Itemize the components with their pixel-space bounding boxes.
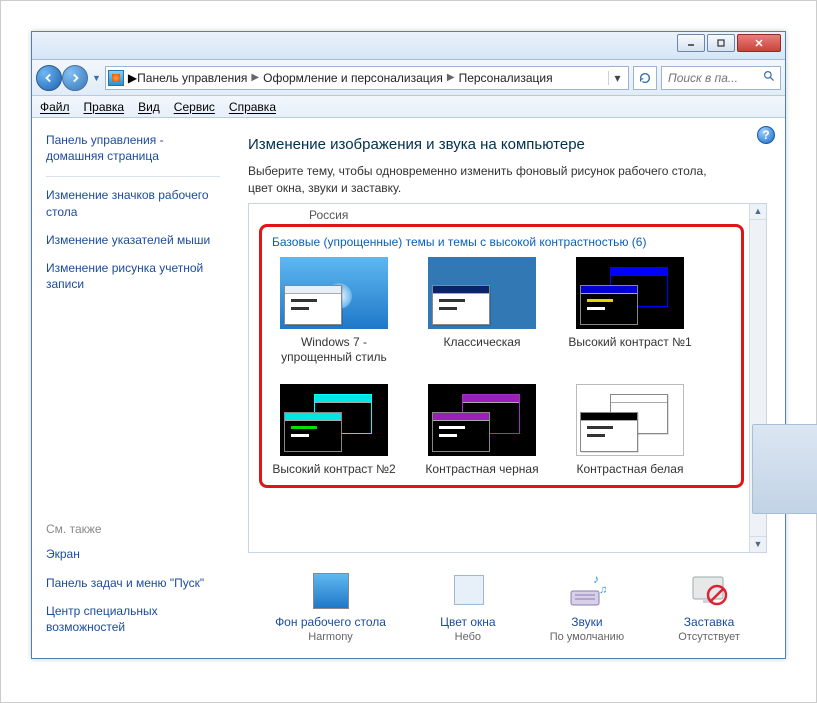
setting-label: Фон рабочего стола bbox=[275, 615, 386, 629]
sidebar-link-account-picture[interactable]: Изменение рисунка учетной записи bbox=[46, 260, 220, 292]
seealso-link-taskbar[interactable]: Панель задач и меню "Пуск" bbox=[46, 575, 220, 591]
breadcrumb-item[interactable]: Панель управления bbox=[137, 71, 247, 85]
theme-scrollbar[interactable]: ▲ ▼ bbox=[749, 204, 766, 552]
sidebar: Панель управления - домашняя страница Из… bbox=[32, 118, 230, 658]
screensaver-icon bbox=[685, 571, 733, 611]
theme-item-hc2[interactable]: Высокий контраст №2 bbox=[270, 384, 398, 478]
refresh-button[interactable] bbox=[633, 66, 657, 90]
scroll-up-icon[interactable]: ▲ bbox=[750, 204, 766, 220]
chevron-right-icon: ▶ bbox=[247, 72, 263, 83]
search-input[interactable] bbox=[666, 70, 756, 86]
menu-tools[interactable]: Сервис bbox=[174, 100, 215, 114]
breadcrumb-item[interactable]: Персонализация bbox=[459, 71, 553, 85]
menu-edit[interactable]: Правка bbox=[84, 100, 125, 114]
theme-label: Windows 7 - упрощенный стиль bbox=[270, 335, 398, 366]
setting-label: Цвет окна bbox=[440, 615, 495, 629]
chevron-right-icon: ▶ bbox=[443, 72, 459, 83]
theme-label: Контрастная черная bbox=[418, 462, 546, 478]
theme-label: Высокий контраст №2 bbox=[270, 462, 398, 478]
highlighted-section: Базовые (упрощенные) темы и темы с высок… bbox=[259, 224, 744, 489]
sidebar-link-desktop-icons[interactable]: Изменение значков рабочего стола bbox=[46, 187, 220, 219]
bottom-settings-row: Фон рабочего стола Harmony Цвет окна Неб… bbox=[248, 563, 767, 649]
setting-label: Звуки bbox=[550, 615, 624, 629]
theme-label: Высокий контраст №1 bbox=[566, 335, 694, 351]
setting-screensaver[interactable]: Заставка Отсутствует bbox=[678, 571, 740, 643]
menu-help[interactable]: Справка bbox=[229, 100, 276, 114]
page-title: Изменение изображения и звука на компьют… bbox=[248, 136, 767, 153]
theme-item-win7basic[interactable]: Windows 7 - упрощенный стиль bbox=[270, 257, 398, 366]
menu-view[interactable]: Вид bbox=[138, 100, 160, 114]
back-button[interactable] bbox=[36, 65, 62, 91]
svg-text:♫: ♫ bbox=[599, 584, 607, 596]
breadcrumb-item[interactable]: Оформление и персонализация bbox=[263, 71, 443, 85]
setting-value: Harmony bbox=[275, 631, 386, 643]
sidebar-link-mouse-pointers[interactable]: Изменение указателей мыши bbox=[46, 232, 220, 248]
breadcrumb-dropdown-icon[interactable]: ▾ bbox=[608, 71, 626, 85]
forward-button[interactable] bbox=[62, 65, 88, 91]
setting-value: Небо bbox=[440, 631, 495, 643]
theme-label: Классическая bbox=[418, 335, 546, 351]
sidebar-home-link[interactable]: Панель управления - домашняя страница bbox=[46, 132, 220, 164]
breadcrumb-bar[interactable]: ▶ Панель управления ▶ Оформление и персо… bbox=[105, 66, 629, 90]
themes-panel: Россия Базовые (упрощенные) темы и темы … bbox=[248, 203, 767, 553]
setting-desktop-background[interactable]: Фон рабочего стола Harmony bbox=[275, 571, 386, 643]
maximize-button[interactable] bbox=[707, 34, 735, 52]
theme-item-hcwhite[interactable]: Контрастная белая bbox=[566, 384, 694, 478]
minimize-button[interactable] bbox=[677, 34, 705, 52]
theme-item-hcblack[interactable]: Контрастная черная bbox=[418, 384, 546, 478]
content-area: ? Изменение изображения и звука на компь… bbox=[230, 118, 785, 658]
search-box[interactable] bbox=[661, 66, 781, 90]
setting-sounds[interactable]: ♪ ♫ Звуки По умолчанию bbox=[550, 571, 624, 643]
theme-label-russia: Россия bbox=[309, 208, 744, 222]
setting-value: Отсутствует bbox=[678, 631, 740, 643]
control-panel-icon bbox=[108, 70, 124, 86]
seealso-link-screen[interactable]: Экран bbox=[46, 546, 220, 562]
scroll-thumb[interactable] bbox=[752, 424, 817, 514]
menu-file[interactable]: Файл bbox=[40, 100, 70, 114]
menubar: Файл Правка Вид Сервис Справка bbox=[32, 96, 785, 118]
scroll-down-icon[interactable]: ▼ bbox=[750, 536, 766, 552]
chevron-right-icon: ▶ bbox=[128, 71, 137, 85]
theme-label: Контрастная белая bbox=[566, 462, 694, 478]
search-icon[interactable] bbox=[763, 70, 776, 86]
setting-value: По умолчанию bbox=[550, 631, 624, 643]
navbar: ▼ ▶ Панель управления ▶ Оформление и пер… bbox=[32, 60, 785, 96]
basic-themes-heading: Базовые (упрощенные) темы и темы с высок… bbox=[272, 235, 733, 249]
explorer-window: ▼ ▶ Панель управления ▶ Оформление и пер… bbox=[31, 31, 786, 659]
setting-label: Заставка bbox=[678, 615, 740, 629]
page-description: Выберите тему, чтобы одновременно измени… bbox=[248, 163, 728, 197]
theme-item-classic[interactable]: Классическая bbox=[418, 257, 546, 366]
help-icon[interactable]: ? bbox=[757, 126, 775, 144]
setting-window-color[interactable]: Цвет окна Небо bbox=[440, 571, 495, 643]
close-button[interactable] bbox=[737, 34, 781, 52]
see-also-heading: См. также bbox=[46, 522, 220, 536]
theme-item-hc1[interactable]: Высокий контраст №1 bbox=[566, 257, 694, 366]
seealso-link-accessibility[interactable]: Центр специальных возможностей bbox=[46, 603, 220, 635]
nav-history-dropdown-icon[interactable]: ▼ bbox=[92, 73, 101, 83]
titlebar[interactable] bbox=[32, 32, 785, 60]
sounds-icon: ♪ ♫ bbox=[563, 571, 611, 611]
